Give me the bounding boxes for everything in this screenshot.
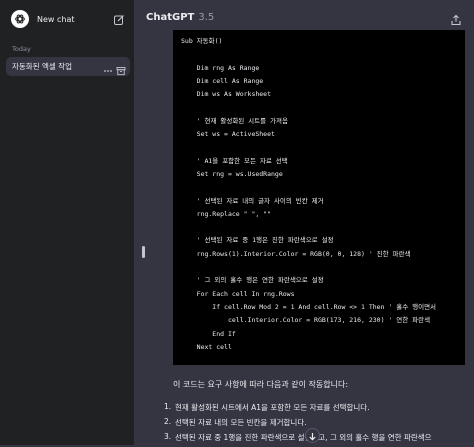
list-item: 2. 선택된 자료 내의 모든 빈칸을 제거합니다. — [164, 417, 432, 432]
code-line: cell.Interior.Color = RGB(173, 216, 230)… — [181, 316, 431, 325]
edit-icon[interactable] — [112, 12, 126, 26]
code-line: If cell.Row Mod 2 = 1 And cell.Row <> 1 … — [181, 302, 437, 311]
model-name: ChatGPT — [146, 11, 195, 23]
sidebar-collapse-handle[interactable] — [142, 246, 145, 258]
section-label-today: Today — [12, 45, 31, 53]
code-line: For Each cell In rng.Rows — [181, 289, 295, 298]
chat-header: ChatGPT 3.5 — [134, 0, 474, 34]
code-line: Dim cell As Range — [181, 76, 264, 85]
more-options-icon[interactable] — [103, 61, 113, 80]
code-line: Next cell — [181, 342, 232, 351]
code-content: Sub 자동화() Dim rng As Range Dim cell As R… — [181, 35, 436, 365]
step-text: 선택된 자료 내의 모든 빈칸을 제거합니다. — [175, 418, 307, 427]
code-line: ' A1을 포함한 모든 자료 선택 — [181, 156, 288, 165]
code-line: ' 선택된 자료 내의 글자 사이의 빈칸 제거 — [181, 196, 324, 205]
code-line: Set ws = ActiveSheet — [181, 130, 275, 139]
share-icon[interactable] — [450, 11, 462, 26]
openai-logo-icon — [11, 10, 29, 28]
step-text: 현재 활성화된 시트에서 A1을 포함한 모든 자료를 선택합니다. — [175, 403, 370, 412]
list-item: 1. 현재 활성화된 시트에서 A1을 포함한 모든 자료를 선택합니다. — [164, 402, 432, 417]
code-line: Dim ws As Worksheet — [181, 90, 272, 99]
code-line: ' 그 외의 홀수 행은 연한 파란색으로 설정 — [181, 276, 324, 285]
step-number: 2. — [164, 417, 172, 426]
code-line: Sub 자동화() — [181, 37, 223, 45]
code-line: Set rng = ws.UsedRange — [181, 169, 283, 178]
code-line: rng.Replace " ", "" — [181, 209, 272, 218]
model-version: 3.5 — [198, 11, 215, 23]
scroll-down-button[interactable] — [305, 428, 320, 443]
step-number: 1. — [164, 402, 172, 411]
arrow-down-icon — [308, 426, 317, 445]
sidebar-chat-item[interactable]: 자동화된 엑셀 작업 — [6, 57, 130, 76]
code-line: End If — [181, 329, 236, 338]
code-line: rng.Rows(1).Interior.Color = RGB(0, 0, 1… — [181, 249, 411, 258]
archive-icon[interactable] — [116, 61, 126, 80]
response-intro: 이 코드는 요구 사항에 따라 다음과 같이 작동합니다: — [173, 380, 349, 389]
code-line: Dim rng As Range — [181, 63, 260, 72]
code-line: ' 선택된 자료 중 1행은 진한 파란색으로 설정 — [181, 236, 334, 245]
chat-item-title: 자동화된 엑셀 작업 — [12, 62, 72, 71]
code-line: ' 현재 활성화된 시트를 가져옴 — [181, 116, 288, 125]
sidebar: New chat Today 자동화된 엑셀 작업 — [0, 0, 134, 445]
code-block: Sub 자동화() Dim rng As Range Dim cell As R… — [173, 30, 465, 365]
new-chat-button[interactable]: New chat — [6, 7, 128, 31]
model-selector[interactable]: ChatGPT 3.5 — [146, 12, 214, 23]
new-chat-label: New chat — [37, 14, 75, 24]
response-steps-list: 1. 현재 활성화된 시트에서 A1을 포함한 모든 자료를 선택합니다. 2. 선택… — [164, 402, 432, 447]
